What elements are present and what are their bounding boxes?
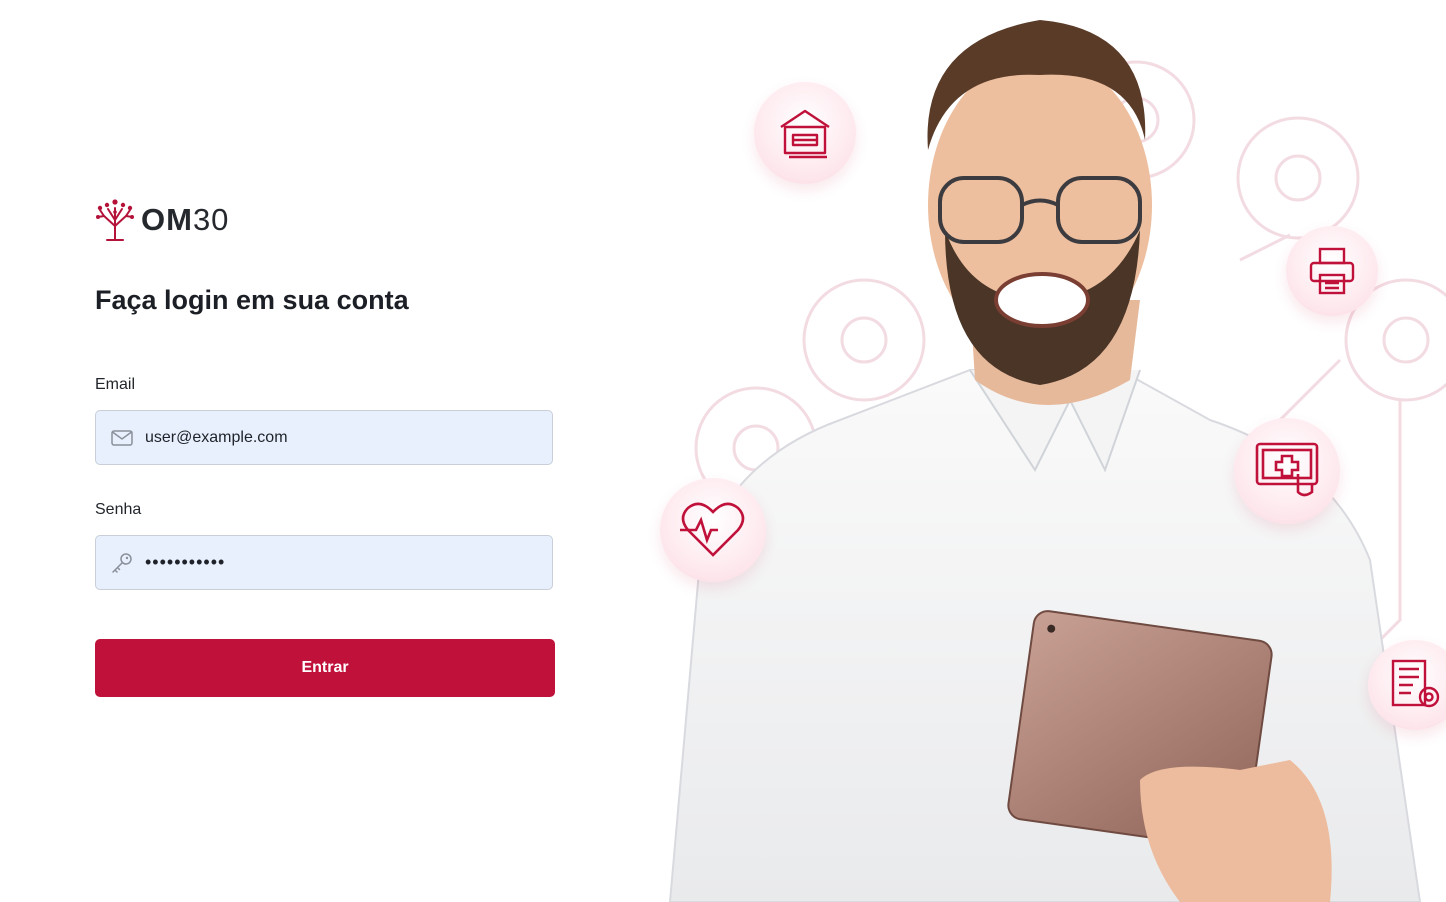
password-input[interactable] <box>143 551 527 574</box>
envelope-icon <box>109 425 135 451</box>
email-field[interactable] <box>95 410 553 465</box>
badge-school <box>754 82 856 184</box>
tree-logo-icon <box>96 199 134 241</box>
email-input[interactable] <box>143 427 527 448</box>
tablet-health-icon <box>1255 442 1319 497</box>
brand-logo: OM30 <box>95 196 229 242</box>
password-field[interactable] <box>95 535 553 590</box>
page-title: Faça login em sua conta <box>95 285 409 315</box>
password-label: Senha <box>95 501 142 518</box>
login-button[interactable]: Entrar <box>95 639 555 697</box>
login-panel: OM30 Faça login em sua conta Email Senha… <box>0 0 640 902</box>
email-label: Email <box>95 376 136 393</box>
badge-heart-rate <box>660 478 766 582</box>
document-settings-icon <box>1391 659 1440 708</box>
key-icon <box>109 550 135 576</box>
brand-wordmark: OM30 <box>141 201 230 237</box>
heart-rate-icon <box>680 502 745 557</box>
badge-printer <box>1286 226 1378 316</box>
printer-icon <box>1309 247 1355 295</box>
badge-tablet-health <box>1234 418 1340 524</box>
school-icon <box>780 109 830 159</box>
hero-illustration <box>640 0 1446 902</box>
